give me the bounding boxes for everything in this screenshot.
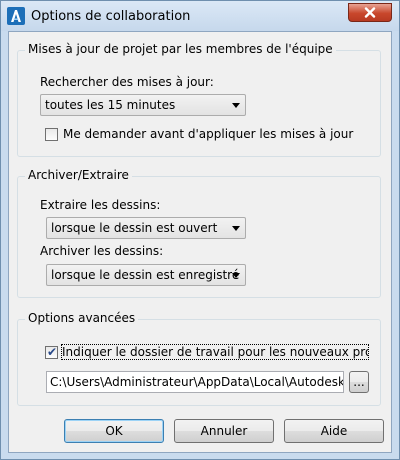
browse-button-label: ... xyxy=(353,375,365,389)
workdir-label[interactable]: Indiquer le dossier de travail pour les … xyxy=(61,344,369,360)
checkmark-icon: ✔ xyxy=(47,345,58,359)
ok-button-label: OK xyxy=(105,424,123,438)
checkout-group-title: Archiver/Extraire xyxy=(25,168,132,182)
chevron-down-icon xyxy=(232,226,240,231)
workdir-path-input[interactable]: C:\Users\Administrateur\AppData\Local\Au… xyxy=(46,371,344,393)
chevron-down-icon xyxy=(232,103,240,108)
extract-drawings-value: lorsque le dessin est ouvert xyxy=(51,221,218,235)
workdir-checkbox[interactable]: ✔ xyxy=(45,345,58,359)
collaboration-options-dialog: Options de collaboration Mises à jour de… xyxy=(0,0,400,460)
check-updates-label: Rechercher des mises à jour: xyxy=(40,75,214,89)
ask-before-apply-checkbox[interactable] xyxy=(45,128,58,141)
window-title: Options de collaboration xyxy=(31,9,191,24)
cancel-button[interactable]: Annuler xyxy=(174,419,274,443)
title-bar[interactable]: Options de collaboration xyxy=(1,1,399,31)
ok-button[interactable]: OK xyxy=(64,419,164,443)
ask-before-apply-label[interactable]: Me demander avant d'appliquer les mises … xyxy=(63,127,353,141)
browse-button[interactable]: ... xyxy=(349,371,369,393)
workdir-path-value: C:\Users\Administrateur\AppData\Local\Au… xyxy=(50,375,343,389)
dialog-body: Mises à jour de projet par les membres d… xyxy=(8,31,392,453)
autocad-architecture-icon xyxy=(7,7,25,25)
close-icon xyxy=(364,7,376,18)
check-updates-dropdown[interactable]: toutes les 15 minutes xyxy=(40,94,246,116)
archive-drawings-value: lorsque le dessin est enregistré xyxy=(51,268,240,282)
updates-group-title: Mises à jour de projet par les membres d… xyxy=(25,42,336,56)
check-updates-value: toutes les 15 minutes xyxy=(45,98,176,112)
archive-drawings-label: Archiver les dessins: xyxy=(40,244,164,258)
cancel-button-label: Annuler xyxy=(200,424,248,438)
help-button-label: Aide xyxy=(320,424,348,438)
extract-drawings-dropdown[interactable]: lorsque le dessin est ouvert xyxy=(46,217,246,239)
advanced-group-title: Options avancées xyxy=(25,311,139,325)
extract-drawings-label: Extraire les dessins: xyxy=(40,198,161,212)
archive-drawings-dropdown[interactable]: lorsque le dessin est enregistré xyxy=(46,264,246,286)
chevron-down-icon xyxy=(232,273,240,278)
help-button[interactable]: Aide xyxy=(284,419,384,443)
close-button[interactable] xyxy=(348,3,392,22)
